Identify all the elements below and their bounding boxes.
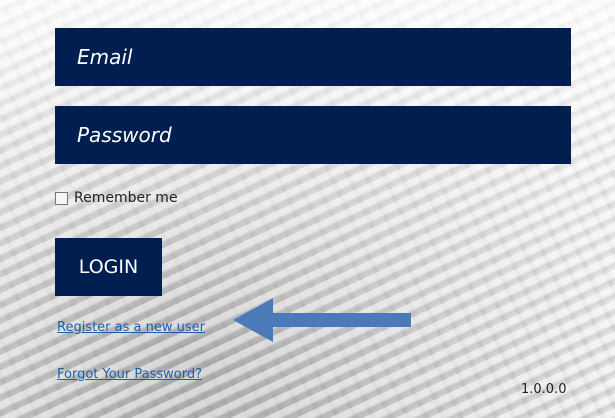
email-field[interactable] [55, 28, 571, 86]
password-field[interactable] [55, 106, 571, 164]
password-input[interactable] [75, 122, 571, 148]
remember-me-label: Remember me [74, 190, 178, 206]
remember-me[interactable]: Remember me [55, 190, 178, 206]
remember-me-checkbox[interactable] [55, 191, 68, 205]
email-input[interactable] [75, 44, 571, 70]
version-label: 1.0.0.0 [521, 382, 567, 397]
left-arrow-icon [233, 298, 411, 342]
register-link[interactable]: Register as a new user [57, 320, 205, 335]
login-button[interactable]: LOGIN [55, 238, 162, 296]
forgot-password-link[interactable]: Forgot Your Password? [57, 367, 202, 382]
